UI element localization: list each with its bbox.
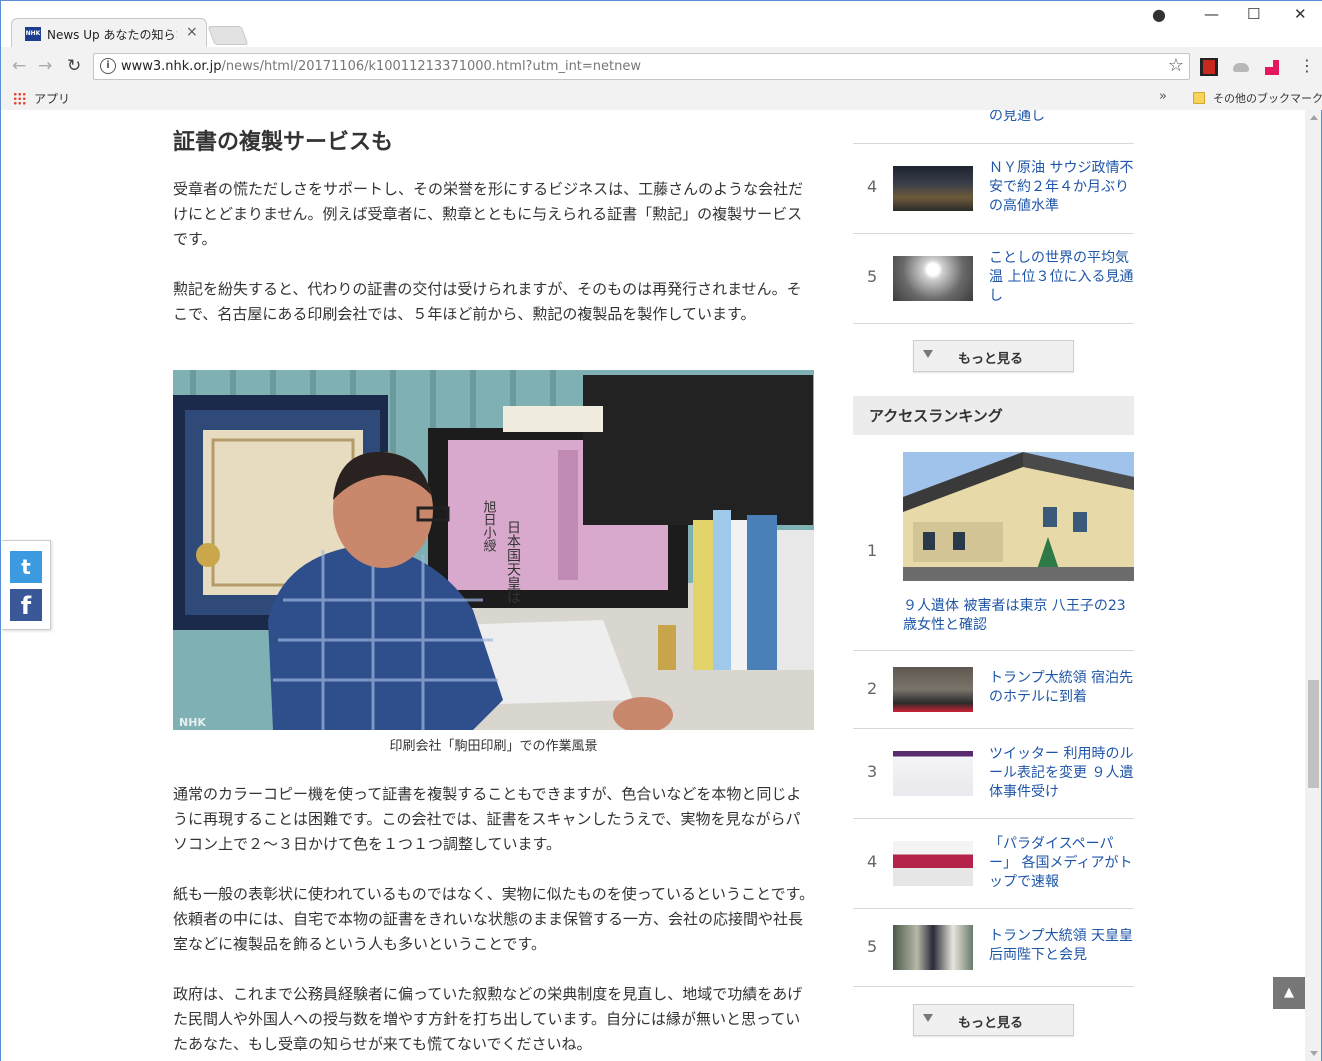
bookmarks-bar: アプリ » その他のブックマーク: [1, 87, 1322, 111]
vertical-scrollbar[interactable]: [1305, 110, 1322, 1061]
scroll-down-icon[interactable]: [1310, 1051, 1318, 1056]
news-thumbnail: [893, 256, 973, 301]
more-button[interactable]: もっと見る: [913, 340, 1074, 372]
other-bookmarks[interactable]: その他のブックマーク: [1193, 90, 1322, 106]
section-heading: 証書の複製サービスも: [173, 130, 394, 155]
article-photo: 日本国天皇は 旭日小綬 NHK: [173, 370, 814, 730]
profile-icon[interactable]: ●: [1152, 5, 1166, 24]
facebook-share-icon[interactable]: f: [10, 589, 42, 621]
url-path: /news/html/20171106/k10011213371000.html…: [221, 59, 641, 74]
reload-icon[interactable]: ↻: [67, 56, 81, 76]
folder-icon: [1193, 92, 1205, 104]
news-title[interactable]: 「パラダイスペーパー」 各国メディアがトップで速報: [989, 835, 1137, 892]
browser-chrome: NHK News Up あなたの知らない × ● — ☐ ✕ ← → ↻ i w…: [0, 0, 1322, 111]
news-thumbnail: [893, 166, 973, 211]
acrobat-extension-icon[interactable]: [1200, 58, 1218, 76]
news-thumbnail: [893, 841, 973, 886]
paragraph-5: 政府は、これまで公務員経験者に偏っていた叙勲などの栄典制度を見直し、地域で功績を…: [173, 985, 803, 1053]
new-tab-button[interactable]: [207, 26, 249, 45]
paragraph-4: 紙も一般の表彰状に使われているものではなく、実物に似たものを使っているということ…: [173, 885, 815, 953]
window-close-icon[interactable]: ✕: [1294, 5, 1307, 23]
site-info-icon[interactable]: i: [100, 58, 116, 74]
bookmark-apps-label: アプリ: [34, 92, 71, 106]
chevron-down-icon: [923, 1014, 933, 1022]
list-item[interactable]: 2 トランプ大統領 宿泊先のホテルに到着: [853, 651, 1134, 729]
rank-number: 4: [867, 177, 878, 196]
list-item[interactable]: の見通し: [853, 110, 1134, 144]
browser-menu-icon[interactable]: ⋮: [1299, 56, 1315, 75]
back-arrow-icon[interactable]: ←: [12, 56, 26, 76]
paragraph-2: 勲記を紛失すると、代わりの証書の交付は受けられますが、そのものは再発行されません…: [173, 280, 802, 323]
nhk-favicon-icon: NHK: [25, 27, 41, 41]
minimize-icon[interactable]: —: [1204, 5, 1219, 23]
rank-number: 2: [867, 679, 878, 698]
more-button-label: もっと見る: [958, 352, 1024, 367]
photo-caption: 印刷会社「駒田印刷」での作業風景: [389, 739, 598, 754]
chevron-down-icon: [923, 350, 933, 358]
more-button-2[interactable]: もっと見る: [913, 1004, 1074, 1036]
social-share-bar: t f: [2, 540, 51, 630]
news-title[interactable]: トランプ大統領 宿泊先のホテルに到着: [989, 669, 1137, 707]
news-thumbnail: [893, 751, 973, 796]
certificate-title-text: 日本国天皇は: [505, 520, 521, 604]
news-title[interactable]: の見通し: [989, 110, 1137, 126]
bookmark-star-icon[interactable]: ☆: [1168, 55, 1184, 76]
rank-number: 5: [867, 937, 878, 956]
certificate-name-text: 旭日小綬: [481, 500, 497, 552]
apps-grid-icon: [13, 92, 26, 105]
list-item[interactable]: 5 ことしの世界の平均気温 上位３位に入る見通し: [853, 234, 1134, 324]
rank-number: 4: [867, 852, 878, 871]
maximize-icon[interactable]: ☐: [1247, 5, 1260, 23]
news-thumbnail: [893, 667, 973, 712]
drive-extension-icon[interactable]: [1232, 58, 1250, 76]
news-thumbnail-large: [903, 452, 1134, 581]
paragraph-1: 受章者の慌ただしさをサポートし、その栄誉を形にするビジネスは、工藤さんのような会…: [173, 180, 804, 248]
rank-number: 3: [867, 762, 878, 781]
news-title[interactable]: ことしの世界の平均気温 上位３位に入る見通し: [989, 249, 1137, 306]
rank-number: 5: [867, 267, 878, 286]
page-top-button[interactable]: ▲: [1273, 977, 1305, 1009]
news-title[interactable]: ＮＹ原油 サウジ政情不安で約２年４か月ぶりの高値水準: [989, 159, 1137, 216]
bookmark-overflow-icon[interactable]: »: [1159, 89, 1167, 104]
browser-toolbar: ← → ↻ i www3.nhk.or.jp/news/html/2017110…: [1, 47, 1322, 87]
list-item[interactable]: 5 トランプ大統領 天皇皇后両陛下と会見: [853, 909, 1134, 987]
news-title[interactable]: トランプ大統領 天皇皇后両陛下と会見: [989, 927, 1137, 965]
more-button-label: もっと見る: [958, 1016, 1024, 1031]
bookmark-apps[interactable]: アプリ: [13, 90, 70, 107]
address-bar[interactable]: i www3.nhk.or.jp/news/html/20171106/k100…: [93, 53, 1190, 80]
url-text: www3.nhk.or.jp/news/html/20171106/k10011…: [121, 59, 641, 74]
photo-watermark: NHK: [179, 716, 206, 729]
list-item[interactable]: 3 ツイッター 利用時のルール表記を変更 ９人遺体事件受け: [853, 729, 1134, 819]
tab-title: News Up あなたの知らない: [47, 28, 177, 42]
browser-tab[interactable]: NHK News Up あなたの知らない ×: [11, 18, 207, 48]
list-item[interactable]: 4 ＮＹ原油 サウジ政情不安で約２年４か月ぶりの高値水準: [853, 144, 1134, 234]
pink-extension-icon[interactable]: [1263, 58, 1281, 76]
paragraph-3: 通常のカラーコピー機を使って証書を複製することもできますが、色合いなどを本物と同…: [173, 785, 802, 853]
list-item[interactable]: 1 ９人遺体 被害者は東京 八王子の23歳女性と確認: [853, 435, 1134, 651]
access-ranking-header: アクセスランキング: [853, 396, 1134, 435]
scrollbar-thumb[interactable]: [1308, 680, 1319, 788]
other-bookmarks-label: その他のブックマーク: [1213, 92, 1322, 105]
news-thumbnail: [893, 925, 973, 970]
tab-close-icon[interactable]: ×: [186, 24, 198, 40]
news-title[interactable]: ツイッター 利用時のルール表記を変更 ９人遺体事件受け: [989, 745, 1137, 802]
url-host: www3.nhk.or.jp: [121, 59, 222, 74]
twitter-share-icon[interactable]: t: [10, 551, 42, 583]
access-ranking-title: アクセスランキング: [869, 407, 1003, 425]
page-viewport: 証書の複製サービスも 受章者の慌ただしさをサポートし、その栄誉を形にするビジネス…: [0, 110, 1305, 1061]
news-title[interactable]: ９人遺体 被害者は東京 八王子の23歳女性と確認: [903, 597, 1134, 635]
tab-strip: NHK News Up あなたの知らない × ● — ☐ ✕: [1, 1, 1322, 48]
scroll-up-icon[interactable]: [1310, 115, 1318, 120]
list-item[interactable]: 4 「パラダイスペーパー」 各国メディアがトップで速報: [853, 819, 1134, 909]
forward-arrow-icon[interactable]: →: [38, 56, 52, 76]
rank-number: 1: [867, 541, 878, 560]
